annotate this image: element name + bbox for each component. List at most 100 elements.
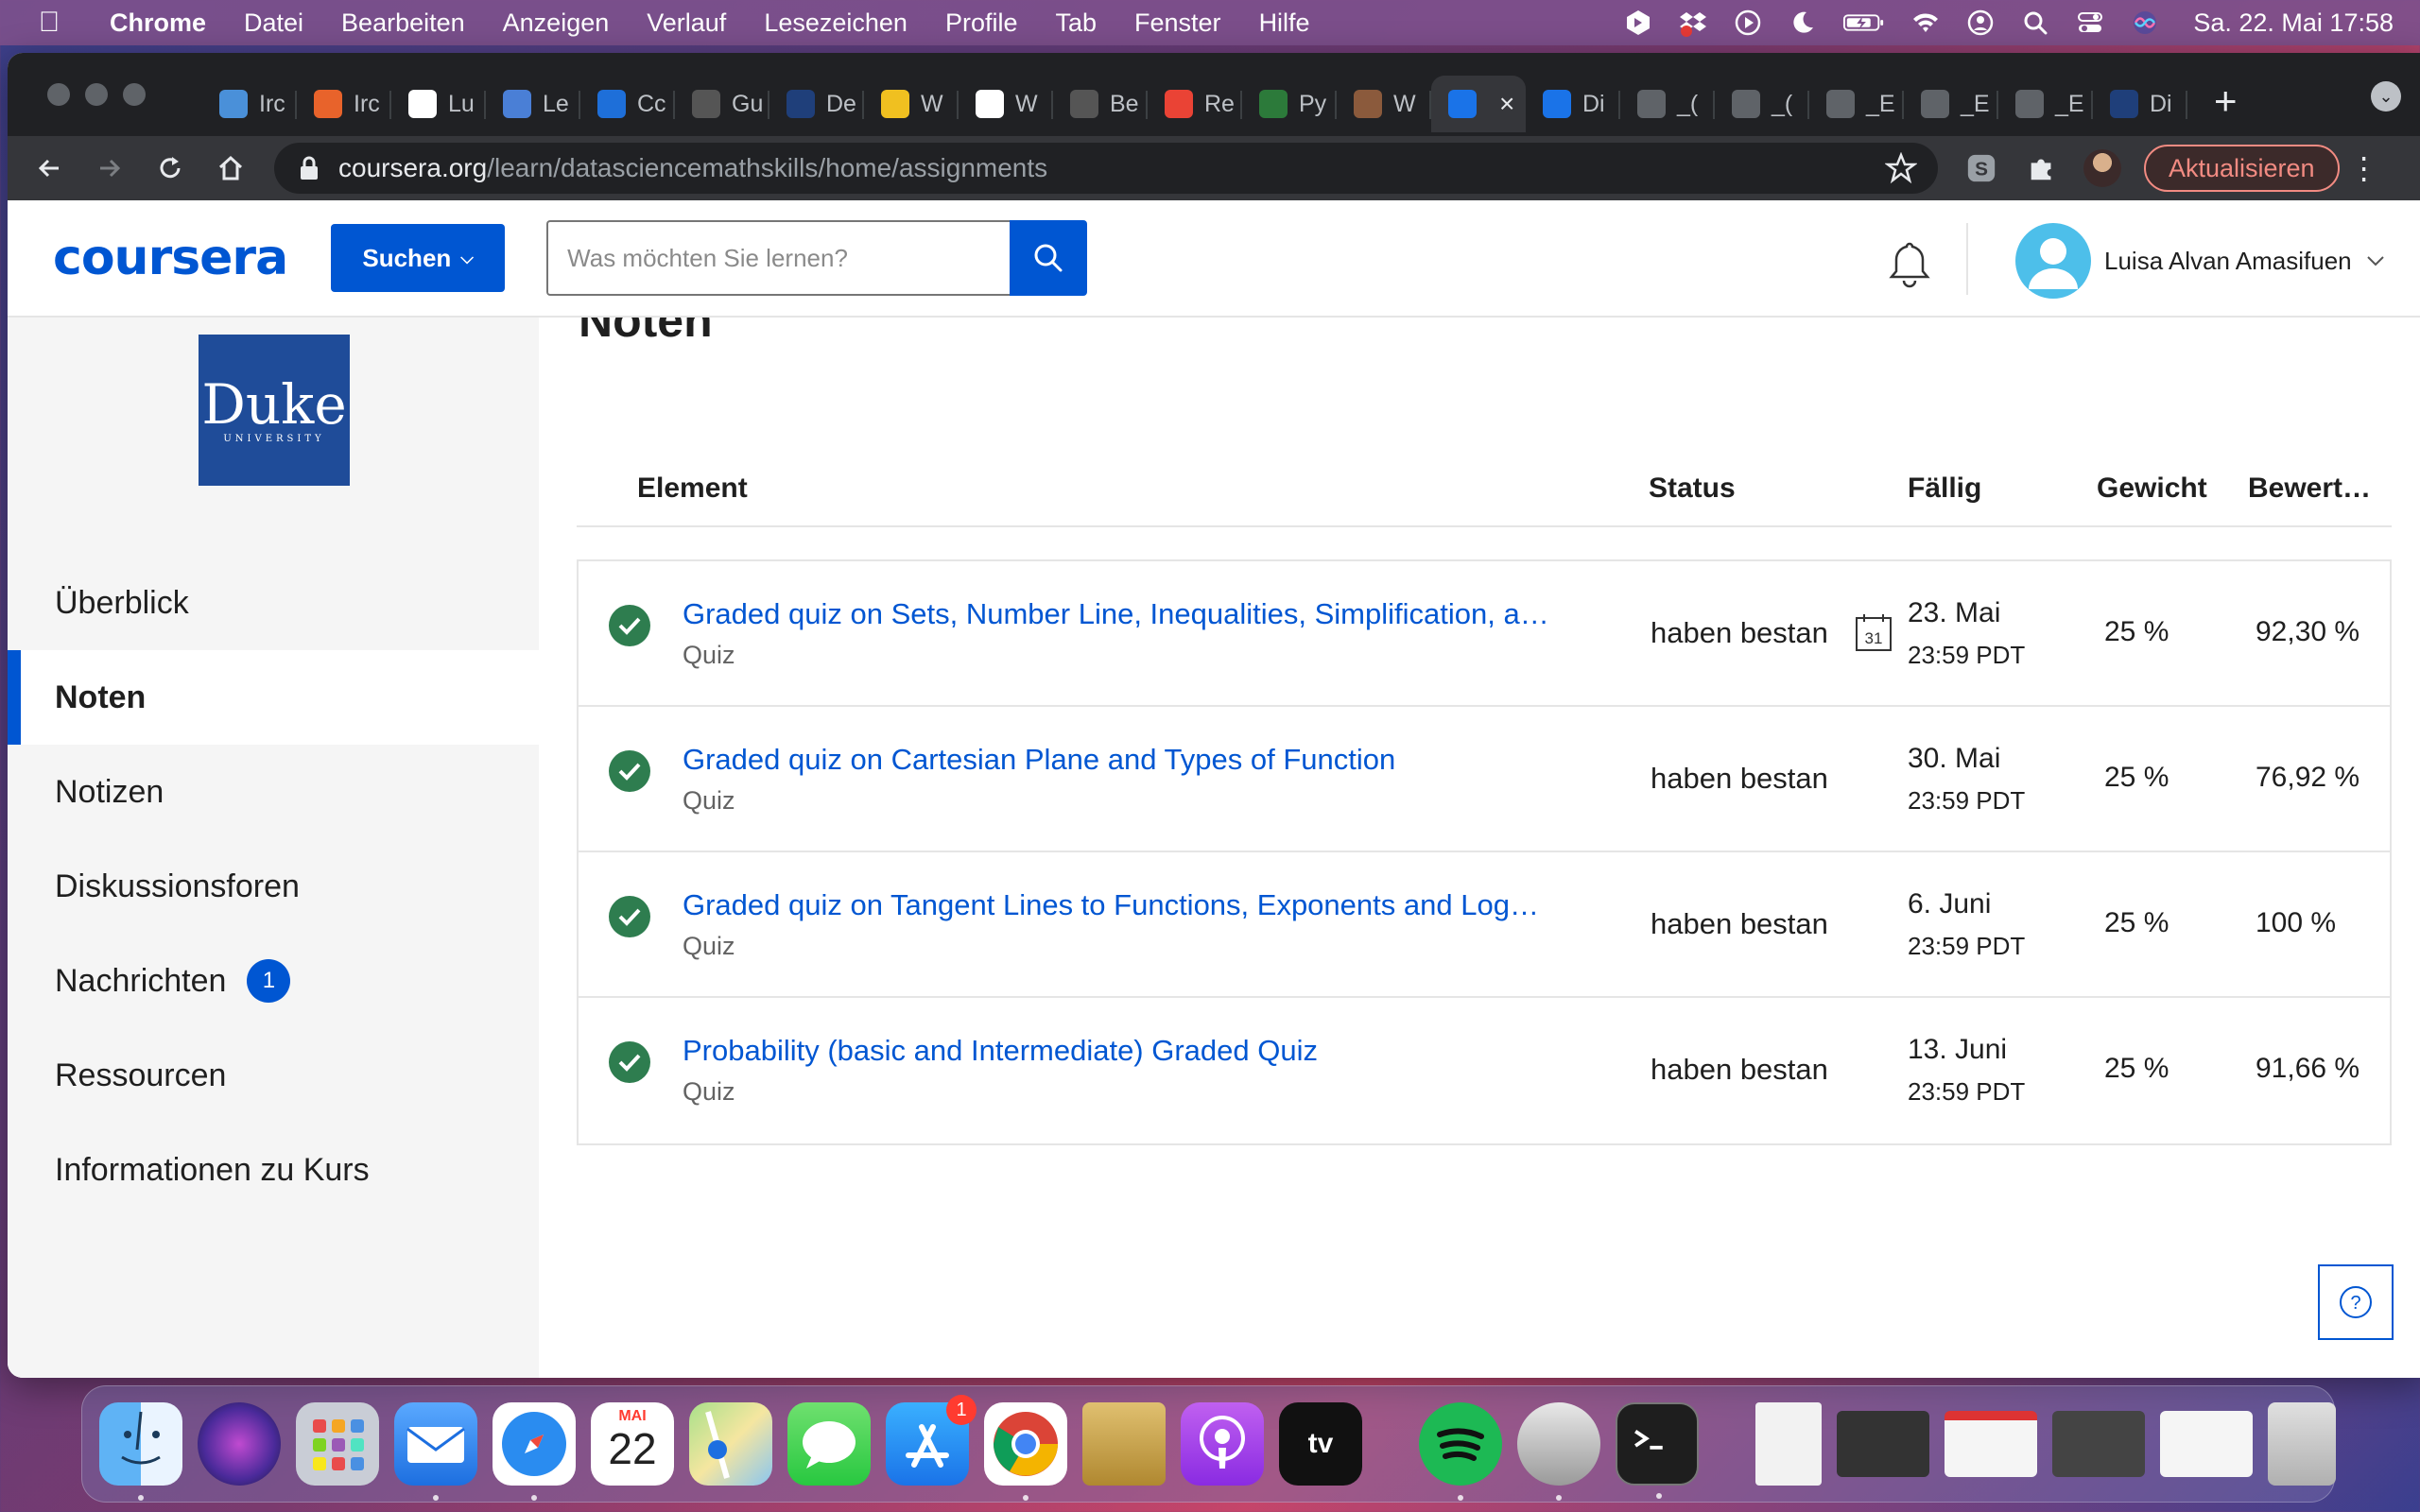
explore-button[interactable]: Suchen ⌵ [331,224,506,292]
browser-tab[interactable]: Irc [297,76,391,132]
menu-profile[interactable]: Profile [945,9,1018,38]
lock-icon[interactable] [299,156,320,180]
browser-tab[interactable]: × [1431,76,1526,132]
minimized-window-icon[interactable] [1837,1411,1929,1477]
minimized-window-icon[interactable] [2160,1411,2253,1477]
siri-icon[interactable] [198,1402,281,1486]
menu-datei[interactable]: Datei [244,9,303,38]
maps-icon[interactable] [689,1402,772,1486]
skype-extension-icon[interactable]: S [1964,151,1998,185]
column-status[interactable]: Status [1649,472,1736,505]
menu-lesezeichen[interactable]: Lesezeichen [764,9,908,38]
browser-tab[interactable]: _( [1620,76,1715,132]
address-bar[interactable]: coursera.org/learn/datasciencemathskills… [274,143,1938,194]
browser-tab[interactable]: Gu [675,76,769,132]
calendar-icon[interactable]: MAI 22 [591,1402,674,1486]
browser-tab[interactable]: De [769,76,864,132]
assignment-link[interactable]: Graded quiz on Sets, Number Line, Inequa… [683,597,1552,631]
dropbox-icon[interactable] [1677,7,1709,39]
terminal-icon[interactable] [1616,1402,1699,1499]
play-icon[interactable] [1732,7,1764,39]
podcasts-icon[interactable] [1181,1402,1264,1486]
browser-tab[interactable]: Di [1526,76,1620,132]
sidebar-item[interactable]: Noten [8,650,539,745]
browser-tab[interactable]: Be [1053,76,1148,132]
zoom-window-button[interactable] [123,83,146,106]
control-center-icon[interactable] [2074,7,2106,39]
document-file-icon[interactable] [1755,1402,1822,1486]
sidebar-item[interactable]: Informationen zu Kurs [8,1123,539,1217]
minimized-window-icon[interactable] [1945,1411,2037,1477]
browser-tab[interactable]: W [959,76,1053,132]
browser-tab[interactable]: _( [1715,76,1809,132]
archive-utility-icon[interactable] [1082,1402,1166,1486]
sidebar-item[interactable]: Ressourcen [8,1028,539,1123]
assignment-link[interactable]: Graded quiz on Cartesian Plane and Types… [683,743,1395,777]
siri-icon[interactable] [2129,7,2161,39]
menu-bearbeiten[interactable]: Bearbeiten [341,9,465,38]
menu-tab[interactable]: Tab [1055,9,1097,38]
launchpad-icon[interactable] [296,1402,379,1486]
back-button[interactable] [30,149,68,187]
browser-tab[interactable]: _E [1904,76,1998,132]
notification-bell-icon[interactable] [1887,240,1932,289]
forward-button[interactable] [91,149,129,187]
menu-verlauf[interactable]: Verlauf [647,9,726,38]
home-button[interactable] [212,149,250,187]
browser-tab[interactable]: Le [486,76,580,132]
chrome-menu-icon[interactable]: ⋮ [2349,150,2379,186]
search-input[interactable] [546,220,1011,296]
chrome-icon[interactable] [984,1402,1067,1501]
help-button[interactable]: ? [2318,1264,2394,1340]
spotlight-icon[interactable] [2019,7,2051,39]
messages-icon[interactable] [787,1402,871,1486]
minimized-window-icon[interactable] [2052,1411,2145,1477]
trash-icon[interactable] [2268,1402,2336,1486]
apple-menu-icon[interactable]:  [21,7,78,39]
tab-search-icon[interactable]: ⌄ [2371,81,2401,112]
app-store-icon[interactable]: 1 [886,1395,977,1486]
assignment-link[interactable]: Graded quiz on Tangent Lines to Function… [683,888,1552,922]
browser-tab[interactable]: Re [1148,76,1242,132]
moon-icon[interactable] [1787,7,1819,39]
browser-tab[interactable]: Di [2093,76,2187,132]
browser-tab[interactable]: Py [1242,76,1337,132]
close-window-button[interactable] [47,83,70,106]
sidebar-item[interactable]: Nachrichten 1 [8,934,539,1028]
wifi-icon[interactable] [1910,7,1942,39]
menu-hilfe[interactable]: Hilfe [1259,9,1310,38]
finder-icon[interactable] [99,1402,182,1501]
search-button[interactable] [1010,220,1088,296]
safari-icon[interactable] [493,1402,576,1501]
mail-icon[interactable] [394,1402,477,1501]
browser-tab[interactable]: W [864,76,959,132]
profile-avatar[interactable] [2083,149,2121,187]
user-circle-icon[interactable] [1964,7,1996,39]
calendar-icon[interactable]: 31 [1853,612,1894,654]
extensions-puzzle-icon[interactable] [2025,151,2059,185]
column-element[interactable]: Element [637,472,748,505]
update-chrome-button[interactable]: Aktualisieren [2144,145,2340,192]
browser-tab[interactable]: Lu [391,76,486,132]
sidebar-item[interactable]: Überblick [8,556,539,650]
column-due[interactable]: Fällig [1908,472,1981,505]
browser-tab[interactable]: _E [1998,76,2093,132]
bookmark-star-icon[interactable] [1885,152,1917,184]
menu-app-name[interactable]: Chrome [110,9,206,38]
assignment-link[interactable]: Probability (basic and Intermediate) Gra… [683,1034,1318,1068]
coursera-logo[interactable]: coursera [53,230,288,286]
column-grade[interactable]: Bewert… [2248,472,2371,505]
reload-button[interactable] [151,149,189,187]
new-tab-button[interactable]: + [2214,78,2238,124]
browser-tab[interactable]: Cc [580,76,675,132]
sidebar-item[interactable]: Notizen [8,745,539,839]
column-weight[interactable]: Gewicht [2097,472,2207,505]
menu-fenster[interactable]: Fenster [1134,9,1221,38]
spotify-icon[interactable] [1419,1402,1502,1501]
duke-university-logo[interactable]: Duke UNIVERSITY [199,335,350,486]
apple-tv-icon[interactable]: tv [1279,1402,1362,1486]
browser-tab[interactable]: W [1337,76,1431,132]
browser-tab[interactable]: Irc [202,76,297,132]
minimize-window-button[interactable] [85,83,108,106]
disk-utility-icon[interactable] [1517,1402,1600,1501]
